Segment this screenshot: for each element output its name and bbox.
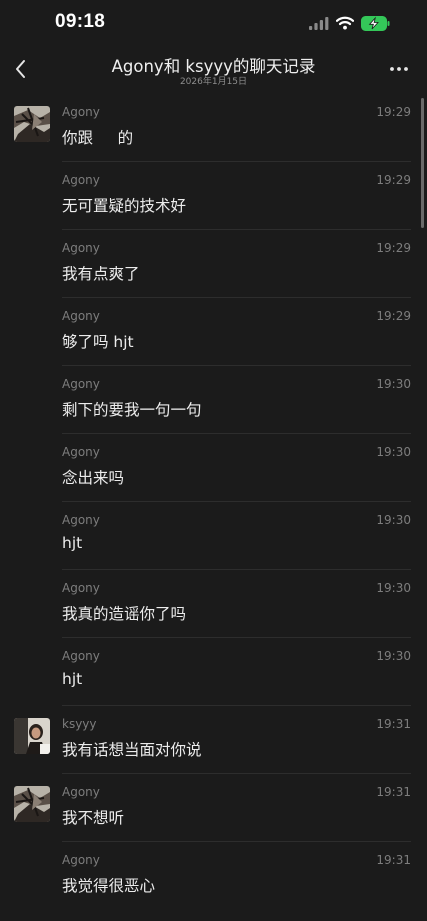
message-item[interactable]: Agony 19:30 我真的造谣你了吗 [0,570,427,638]
avatar-ksyyy-image [14,718,50,754]
message-text: 你跟 的 [62,129,134,147]
message-item[interactable]: ksyyy 19:31 我有话想当面对你说 [0,706,427,774]
more-dots-icon [390,67,408,71]
message-time: 19:29 [376,105,411,119]
message-sender: Agony [62,853,100,867]
message-sender: Agony [62,377,100,391]
message-text: hjt [62,670,83,688]
message-text: 无可置疑的技术好 [62,197,187,215]
message-text: 我觉得很恶心 [62,877,156,895]
message-sender: Agony [62,445,100,459]
message-sender: Agony [62,581,100,595]
message-item[interactable]: Agony 19:29 无可置疑的技术好 [0,162,427,230]
message-sender: Agony [62,785,100,799]
message-item[interactable]: Agony 19:29 够了吗 hjt [0,298,427,366]
message-item[interactable]: Agony 19:31 我不想听 [0,774,427,842]
status-bar: 09:18 [0,0,427,44]
avatar-agony-image [14,106,50,142]
more-button[interactable] [387,60,411,78]
page-subtitle: 2026年1月15日 [179,77,248,87]
message-time: 19:31 [376,853,411,867]
status-time: 09:18 [55,11,106,32]
message-time: 19:29 [376,241,411,255]
message-text: 我有点爽了 [62,265,140,283]
message-item[interactable]: Agony 19:30 hjt [0,638,427,706]
message-time: 19:29 [376,173,411,187]
scrollbar[interactable] [421,98,424,228]
signal-icon [309,16,329,30]
message-item[interactable]: Agony 19:29 我有点爽了 [0,230,427,298]
message-time: 19:30 [376,445,411,459]
message-time: 19:30 [376,513,411,527]
message-time: 19:30 [376,581,411,595]
message-list[interactable]: Agony 19:29 你跟 的 Agony 19:29 无可置疑的技术好 Ag… [0,94,427,921]
battery-charging-icon [361,15,390,31]
avatar-agony[interactable] [14,786,50,822]
message-time: 19:31 [376,785,411,799]
message-text: 念出来吗 [62,469,125,487]
status-icons [309,14,391,32]
message-time: 19:30 [376,377,411,391]
message-sender: Agony [62,105,100,119]
message-sender: Agony [62,649,100,663]
message-text: 我有话想当面对你说 [62,741,202,759]
message-time: 19:29 [376,309,411,323]
message-item[interactable]: Agony 19:30 剩下的要我一句一句 [0,366,427,434]
avatar-ksyyy[interactable] [14,718,50,754]
message-sender: Agony [62,513,100,527]
message-sender: ksyyy [62,717,97,731]
message-text: 剩下的要我一句一句 [62,401,202,419]
nav-bar: Agony和 ksyyy的聊天记录 2026年1月15日 [0,44,427,94]
message-time: 19:31 [376,717,411,731]
avatar-agony-image [14,786,50,822]
message-sender: Agony [62,173,100,187]
message-sender: Agony [62,241,100,255]
avatar-agony[interactable] [14,106,50,142]
message-sender: Agony [62,309,100,323]
message-text: 我不想听 [62,809,125,827]
message-text: 我真的造谣你了吗 [62,605,187,623]
wifi-icon [336,16,354,30]
message-time: 19:30 [376,649,411,663]
message-item[interactable]: Agony 19:30 念出来吗 [0,434,427,502]
message-text: hjt [62,534,83,552]
message-item[interactable]: Agony 19:31 我觉得很恶心 [0,842,427,910]
message-item[interactable]: Agony 19:30 hjt [0,502,427,570]
message-text: 够了吗 hjt [62,333,134,351]
message-item[interactable]: Agony 19:29 你跟 的 [0,94,427,162]
